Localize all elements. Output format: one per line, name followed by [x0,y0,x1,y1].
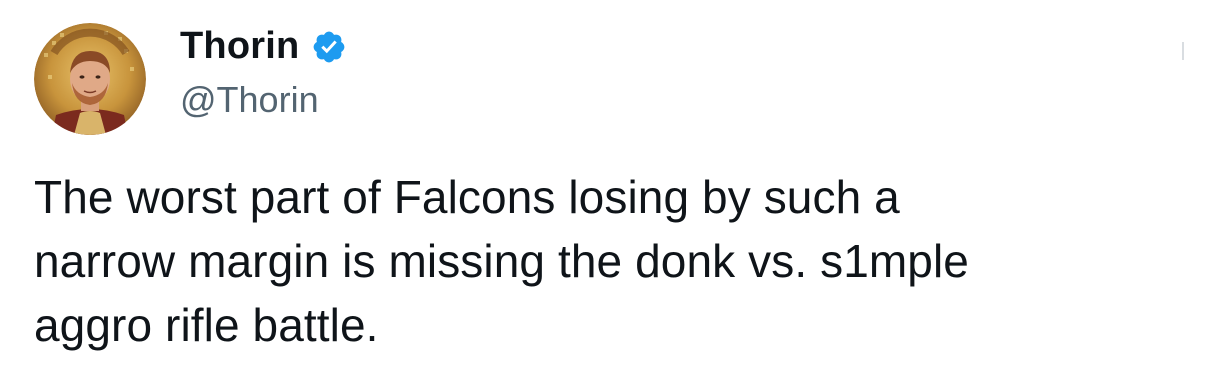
avatar-portrait-icon [34,23,146,135]
more-options-icon[interactable] [1182,42,1184,60]
author-display-name[interactable]: Thorin [180,22,299,70]
verified-badge-icon [311,29,347,65]
author-handle[interactable]: @Thorin [180,78,319,122]
tweet-card: Thorin @Thorin The worst part of Falcons… [0,0,1220,377]
author-name-row: Thorin [180,22,347,70]
tweet-text: The worst part of Falcons losing by such… [34,171,969,351]
author-avatar[interactable] [34,23,146,135]
